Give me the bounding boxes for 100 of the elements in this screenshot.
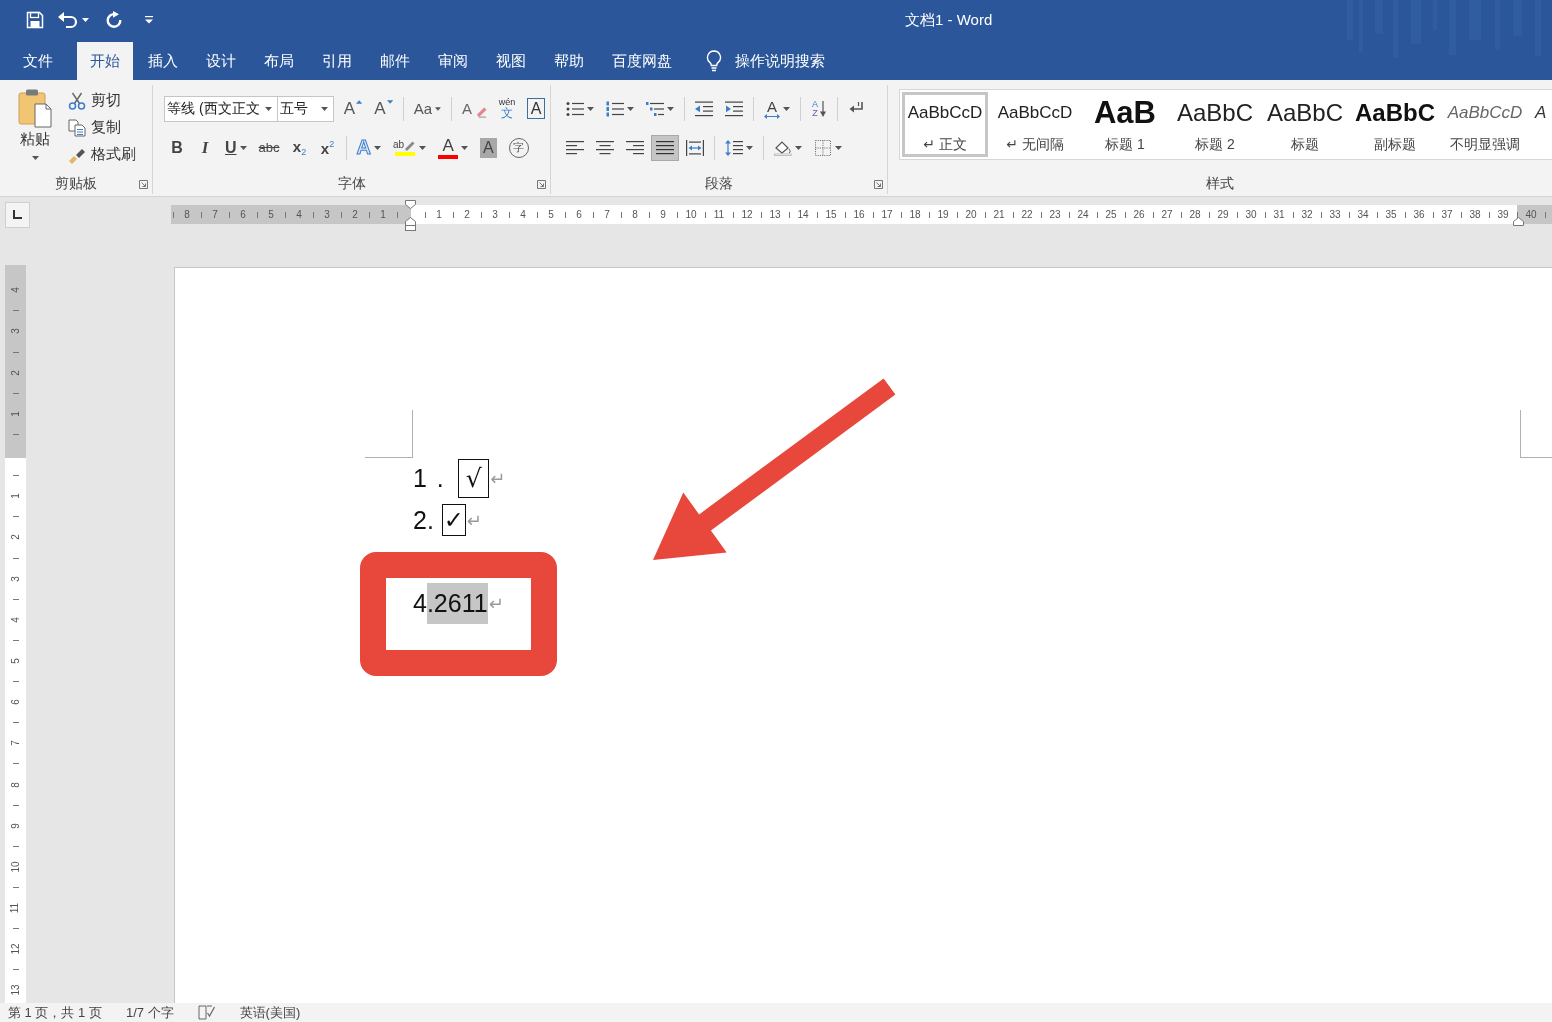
paragraph-mark: ↵ [490, 468, 506, 490]
style-item[interactable]: AaBbCcD ↵ 无间隔 [992, 92, 1078, 157]
ruler-number: 13 [768, 208, 782, 222]
font-name-field[interactable]: 等线 (西文正文 [164, 95, 278, 122]
ruler-number: 34 [1356, 208, 1370, 222]
ruler-number: 2 [351, 208, 359, 222]
shrink-font-button[interactable]: A [369, 95, 398, 122]
page-count[interactable]: 第 1 页，共 1 页 [8, 1003, 102, 1022]
ruler-number: 3 [491, 208, 499, 222]
ruler-number: 4 [519, 208, 527, 222]
italic-button[interactable]: I [192, 134, 218, 161]
ruler-number: 7 [603, 208, 611, 222]
ruler-number: 8 [183, 208, 191, 222]
dialog-launcher-icon[interactable] [537, 179, 546, 189]
group-label: 剪贴板 [55, 175, 97, 193]
align-center-icon [596, 139, 614, 156]
strikethrough-button[interactable]: abc [253, 134, 285, 161]
pen-icon [405, 139, 417, 151]
bold-button[interactable]: B [164, 134, 190, 161]
tell-me-search[interactable]: 操作说明搜索 [704, 42, 827, 80]
paste-button[interactable]: 粘贴 [12, 87, 58, 171]
ruler-number: 12 [10, 943, 21, 955]
list-number: 2. [413, 505, 434, 535]
ribbon-tab[interactable]: 开始 [77, 42, 133, 80]
style-item[interactable]: A [1532, 92, 1552, 157]
phonetic-guide-button[interactable]: wén 文 [494, 95, 521, 122]
font-size-field[interactable]: 五号 [277, 95, 334, 122]
grow-font-button[interactable]: A [338, 95, 368, 122]
ruler-number: 16 [852, 208, 866, 222]
ruler-number: 22 [1020, 208, 1034, 222]
right-indent-marker[interactable] [1513, 217, 1524, 226]
style-item[interactable]: AaBbC 副标题 [1352, 92, 1438, 157]
highlight-button[interactable]: ab [388, 134, 432, 161]
ruler-number: 3 [323, 208, 331, 222]
ruler-number: 3 [10, 575, 21, 582]
ribbon-tab[interactable]: 文件 [10, 42, 66, 80]
line-text: .2611 [426, 582, 488, 624]
bulleted-list-icon [566, 100, 584, 117]
language-label[interactable]: 英语(美国) [239, 1003, 301, 1022]
ribbon-tab[interactable]: 邮件 [367, 42, 423, 80]
format-painter-button[interactable]: 格式刷 [64, 141, 140, 168]
ribbon-tab[interactable]: 插入 [135, 42, 191, 80]
ribbon-tab[interactable]: 布局 [251, 42, 307, 80]
style-item[interactable]: AaBbCcD 不明显强调 [1442, 92, 1528, 157]
dialog-launcher-icon[interactable] [139, 179, 148, 189]
ruler-number: 37 [1440, 208, 1454, 222]
ribbon-tab[interactable]: 帮助 [541, 42, 597, 80]
align-left-icon [566, 139, 584, 156]
clipboard-icon [18, 88, 52, 128]
proofing-icon[interactable] [197, 1005, 216, 1020]
ruler-number: 9 [10, 822, 21, 829]
ruler-number: 35 [1384, 208, 1398, 222]
caret-icon [145, 16, 153, 24]
ruler-number: 33 [1328, 208, 1342, 222]
asian-layout-button[interactable]: A [759, 95, 795, 122]
ribbon-tab[interactable]: 视图 [483, 42, 539, 80]
ruler-number: 32 [1300, 208, 1314, 222]
ruler-number: 18 [908, 208, 922, 222]
ruler-number: 30 [1244, 208, 1258, 222]
style-item[interactable]: AaBbCcD ↵ 正文 [902, 92, 988, 157]
ribbon-tab[interactable]: 设计 [193, 42, 249, 80]
ruler-number: 31 [1272, 208, 1286, 222]
justify-button[interactable] [651, 134, 679, 161]
sort-button[interactable]: A Z [806, 95, 832, 122]
ruler-number: 28 [1188, 208, 1202, 222]
ruler-number: 11 [712, 208, 726, 222]
ruler-number: 21 [992, 208, 1006, 222]
ruler-number: 24 [1076, 208, 1090, 222]
ruler-number: 7 [10, 740, 21, 747]
left-indent-marker[interactable] [405, 225, 416, 231]
ruler-number: 6 [239, 208, 247, 222]
framed-check-mark: ✓ [441, 504, 466, 537]
ruler-number: 1 [10, 411, 21, 417]
ruler-number: 10 [684, 208, 698, 222]
ribbon-tab[interactable]: 引用 [309, 42, 365, 80]
word-count[interactable]: 1/7 个字 [125, 1003, 174, 1022]
ribbon-tab[interactable]: 审阅 [425, 42, 481, 80]
style-item[interactable]: AaBbC 标题 [1262, 92, 1348, 157]
underline-button[interactable]: U [220, 134, 252, 161]
margin-corner-mark [1520, 410, 1552, 458]
cut-button[interactable]: 剪切 [64, 87, 140, 114]
ruler-number: 8 [631, 208, 639, 222]
group-label: 段落 [705, 175, 733, 193]
hanging-indent-marker[interactable] [405, 217, 416, 226]
change-case-button[interactable]: Aa [408, 95, 447, 122]
first-line-indent-marker[interactable] [405, 200, 416, 209]
clear-formatting-button[interactable]: A [457, 95, 493, 122]
font-color-button[interactable]: A [433, 134, 474, 161]
dialog-launcher-icon[interactable] [874, 179, 883, 189]
style-item[interactable]: AaB 标题 1 [1082, 92, 1168, 157]
ribbon-tab[interactable]: 百度网盘 [599, 42, 685, 80]
scissors-icon [68, 91, 86, 110]
character-shading-button[interactable]: A [475, 134, 502, 161]
copy-button[interactable]: 复制 [64, 114, 140, 141]
caret-icon [82, 18, 89, 22]
tab-stop-selector[interactable] [5, 201, 30, 228]
down-arrow-icon [820, 100, 826, 117]
style-item[interactable]: AaBbC 标题 2 [1172, 92, 1258, 157]
group-label: 字体 [337, 175, 366, 193]
caret-icon [320, 106, 328, 111]
